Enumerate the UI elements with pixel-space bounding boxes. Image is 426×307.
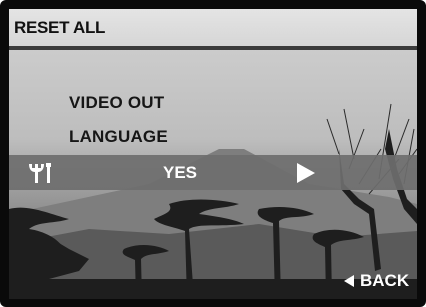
menu-item-video-out[interactable]: VIDEO OUT [69, 93, 164, 113]
title-divider [9, 46, 417, 50]
camera-screen: RESET ALL VIDEO OUT LANGUAGE YES BACK [9, 9, 417, 299]
back-label: BACK [360, 271, 410, 290]
right-arrow-icon[interactable] [297, 163, 315, 183]
back-button[interactable]: BACK [344, 271, 409, 291]
lcd-frame: RESET ALL VIDEO OUT LANGUAGE YES BACK [0, 0, 426, 307]
title-bar: RESET ALL [9, 9, 417, 46]
menu-title: RESET ALL [14, 18, 106, 37]
left-arrow-icon [344, 275, 354, 287]
menu-item-language[interactable]: LANGUAGE [69, 127, 168, 147]
wrench-tools-icon [29, 163, 51, 183]
background-photo [9, 9, 417, 299]
selection-bar[interactable]: YES [9, 155, 417, 190]
option-value-yes[interactable]: YES [163, 163, 197, 183]
